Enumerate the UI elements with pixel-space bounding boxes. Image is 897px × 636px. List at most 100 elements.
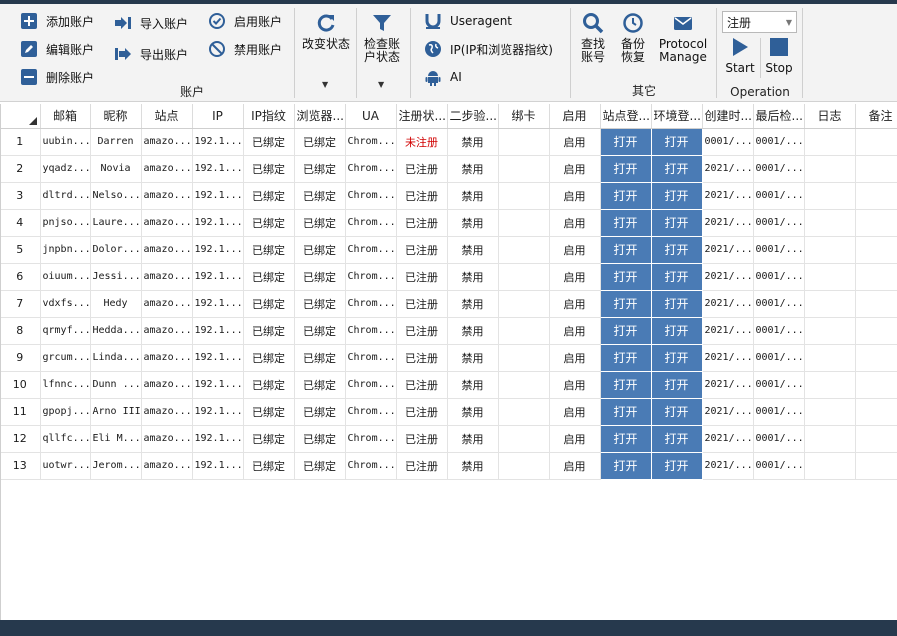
- find-account-button[interactable]: 查找账号: [574, 12, 612, 64]
- table-row[interactable]: 12 qllfc... Eli M... amazo... 192.1... 已绑定 已绑定…: [0, 424, 897, 453]
- cell-log: [804, 290, 856, 318]
- delete-account-button[interactable]: 删除账户: [20, 68, 94, 86]
- column-header-nickname[interactable]: 昵称: [90, 104, 142, 129]
- cell-env-login[interactable]: 打开: [650, 397, 703, 426]
- cell-env-login[interactable]: 打开: [650, 208, 703, 237]
- separator: [410, 8, 411, 98]
- table-row[interactable]: 7 vdxfs... Hedy amazo... 192.1... 已绑定 已绑定 Chrom…: [0, 289, 897, 318]
- column-header-ua[interactable]: UA: [345, 104, 397, 129]
- cell-env-login[interactable]: 打开: [650, 181, 703, 210]
- column-header-created-time[interactable]: 创建时...: [702, 104, 754, 129]
- table-row[interactable]: 5 jnpbn... Dolor... amazo... 192.1... 已绑定 已绑定 C…: [0, 235, 897, 264]
- disable-account-button[interactable]: 禁用账户: [208, 40, 282, 58]
- cell-browser: 已绑定: [294, 182, 346, 210]
- cell-nickname: Linda...: [90, 344, 142, 372]
- change-status-dropdown-caret[interactable]: ▼: [322, 80, 328, 89]
- cell-site-login[interactable]: 打开: [599, 181, 652, 210]
- ai-button[interactable]: AI: [424, 68, 462, 86]
- table-row[interactable]: 9 grcum... Linda... amazo... 192.1... 已绑定 已绑定 C…: [0, 343, 897, 372]
- table-row[interactable]: 4 pnjso... Laure... amazo... 192.1... 已绑定 已绑定 C…: [0, 208, 897, 237]
- cell-site-login[interactable]: 打开: [599, 208, 652, 237]
- cell-site-login[interactable]: 打开: [599, 235, 652, 264]
- column-header-email[interactable]: 邮箱: [40, 104, 91, 129]
- table-row[interactable]: 10 lfnnc... Dunn ... amazo... 192.1... 已绑定 已绑定…: [0, 370, 897, 399]
- column-header-register-status[interactable]: 注册状...: [396, 104, 448, 129]
- cell-enabled: 启用: [549, 398, 601, 426]
- cell-site-login[interactable]: 打开: [599, 127, 652, 156]
- column-header-site[interactable]: 站点: [141, 104, 193, 129]
- cell-env-login[interactable]: 打开: [650, 370, 703, 399]
- column-header-row-number[interactable]: [0, 104, 41, 129]
- export-account-button[interactable]: 导出账户: [114, 45, 188, 63]
- cell-email: lfnnc...: [40, 371, 91, 399]
- cell-env-login[interactable]: 打开: [650, 316, 703, 345]
- column-header-site-login[interactable]: 站点登...: [600, 104, 652, 129]
- ip-fingerprint-button[interactable]: IP(IP和浏览器指纹): [424, 40, 553, 58]
- import-account-button[interactable]: 导入账户: [114, 14, 188, 32]
- table-row[interactable]: 6 oiuum... Jessi... amazo... 192.1... 已绑定 已绑定 C…: [0, 262, 897, 291]
- cell-email: dltrd...: [40, 182, 91, 210]
- cell-created-time: 2021/...: [702, 371, 754, 399]
- cell-env-login[interactable]: 打开: [650, 451, 703, 480]
- cell-env-login[interactable]: 打开: [650, 235, 703, 264]
- cell-site-login[interactable]: 打开: [599, 154, 652, 183]
- cell-env-login[interactable]: 打开: [650, 127, 703, 156]
- cell-site-login[interactable]: 打开: [599, 343, 652, 372]
- cell-register-status: 已注册: [396, 209, 448, 237]
- cell-env-login[interactable]: 打开: [650, 424, 703, 453]
- cell-site: amazo...: [141, 398, 193, 426]
- cell-env-login[interactable]: 打开: [650, 343, 703, 372]
- cell-site-login[interactable]: 打开: [599, 262, 652, 291]
- add-account-button[interactable]: 添加账户: [20, 12, 94, 30]
- cell-site-login[interactable]: 打开: [599, 397, 652, 426]
- enable-account-button[interactable]: 启用账户: [208, 12, 282, 30]
- column-header-two-step[interactable]: 二步验...: [447, 104, 499, 129]
- operation-mode-select[interactable]: 注册 ▼: [722, 11, 797, 33]
- cell-site-login[interactable]: 打开: [599, 289, 652, 318]
- column-header-browser[interactable]: 浏览器...: [294, 104, 346, 129]
- protocol-manage-button[interactable]: Protocol Manage: [654, 12, 712, 64]
- cell-env-login[interactable]: 打开: [650, 262, 703, 291]
- cell-site: amazo...: [141, 452, 193, 480]
- column-header-env-login[interactable]: 环境登...: [651, 104, 703, 129]
- column-header-ip-fingerprint[interactable]: IP指纹: [243, 104, 295, 129]
- table-row[interactable]: 2 yqadz... Novia amazo... 192.1... 已绑定 已绑定 Chro…: [0, 154, 897, 183]
- start-button[interactable]: Start: [722, 36, 758, 75]
- cell-env-login[interactable]: 打开: [650, 289, 703, 318]
- backup-restore-button[interactable]: 备份恢复: [614, 12, 652, 64]
- table-row[interactable]: 11 gpopj... Arno III amazo... 192.1... 已绑定 已绑定…: [0, 397, 897, 426]
- cell-env-login[interactable]: 打开: [650, 154, 703, 183]
- envelope-icon: [674, 17, 692, 30]
- cell-site-login[interactable]: 打开: [599, 370, 652, 399]
- table-row[interactable]: 13 uotwr... Jerom... amazo... 192.1... 已绑定 已绑定…: [0, 451, 897, 480]
- grid-body: 1 uubin... Darren amazo... 192.1... 已绑定 已绑定 Chr…: [0, 127, 897, 480]
- cell-ip-fingerprint: 已绑定: [243, 290, 295, 318]
- cell-register-status: 已注册: [396, 263, 448, 291]
- cell-register-status: 已注册: [396, 290, 448, 318]
- cell-site-login[interactable]: 打开: [599, 451, 652, 480]
- cell-nickname: Jessi...: [90, 263, 142, 291]
- table-row[interactable]: 8 qrmyf... Hedda... amazo... 192.1... 已绑定 已绑定 C…: [0, 316, 897, 345]
- column-header-enabled[interactable]: 启用: [549, 104, 601, 129]
- cell-created-time: 2021/...: [702, 236, 754, 264]
- check-status-dropdown-caret[interactable]: ▼: [378, 80, 384, 89]
- useragent-button[interactable]: Useragent: [424, 12, 512, 30]
- cell-nickname: Dunn ...: [90, 371, 142, 399]
- cell-register-status: 已注册: [396, 425, 448, 453]
- check-status-button[interactable]: 检查账户状态: [360, 12, 404, 64]
- change-status-button[interactable]: 改变状态: [298, 12, 354, 51]
- column-header-last-check[interactable]: 最后检...: [753, 104, 805, 129]
- column-header-log[interactable]: 日志: [804, 104, 856, 129]
- cell-created-time: 2021/...: [702, 263, 754, 291]
- column-header-bind-card[interactable]: 绑卡: [498, 104, 550, 129]
- cell-remark: [855, 452, 897, 480]
- stop-button[interactable]: Stop: [762, 36, 796, 75]
- cell-site-login[interactable]: 打开: [599, 424, 652, 453]
- edit-account-button[interactable]: 编辑账户: [20, 40, 94, 58]
- cell-site-login[interactable]: 打开: [599, 316, 652, 345]
- table-row[interactable]: 1 uubin... Darren amazo... 192.1... 已绑定 已绑定 Chr…: [0, 127, 897, 156]
- cell-ip-fingerprint: 已绑定: [243, 398, 295, 426]
- column-header-remark[interactable]: 备注: [855, 104, 897, 129]
- table-row[interactable]: 3 dltrd... Nelso... amazo... 192.1... 已绑定 已绑定 C…: [0, 181, 897, 210]
- column-header-ip[interactable]: IP: [192, 104, 244, 129]
